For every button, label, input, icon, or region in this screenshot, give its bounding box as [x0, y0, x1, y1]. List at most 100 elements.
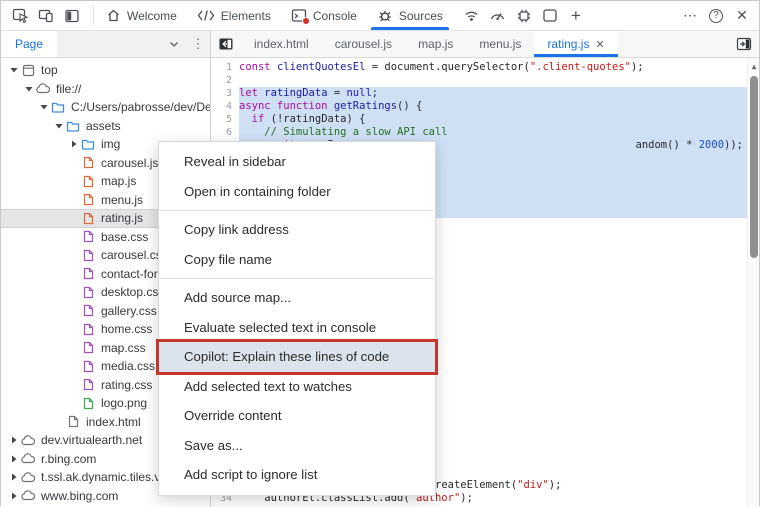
secondary-bar: Page ⋮ index.html carousel.js map.js menu.j… — [1, 31, 759, 58]
frame-icon — [20, 62, 36, 78]
code-token: if — [251, 113, 265, 126]
expand-arrow-icon[interactable] — [22, 85, 35, 93]
collapse-arrow-icon[interactable] — [7, 436, 20, 444]
network-icon[interactable] — [459, 3, 485, 29]
tree-item-top[interactable]: top — [1, 61, 210, 80]
context-menu-item-add-selected-text-to-watches[interactable]: Add selected text to watches — [159, 372, 435, 402]
scroll-up-arrow-icon[interactable]: ▲ — [748, 62, 759, 71]
code-line-text: async function getRatings() { — [239, 100, 747, 114]
editor-tab-map.js[interactable]: map.js — [405, 31, 466, 57]
code-token: = — [327, 87, 347, 100]
scrollbar-thumb[interactable] — [750, 76, 758, 258]
toolbar-left-icons — [1, 1, 91, 30]
editor-tab-label: menu.js — [479, 37, 522, 51]
editor-tab-carousel.js[interactable]: carousel.js — [322, 31, 405, 57]
help-icon[interactable]: ? — [703, 3, 729, 29]
code-token: const — [239, 61, 277, 73]
tree-item-label: img — [101, 137, 121, 152]
file-js-icon — [80, 192, 96, 208]
code-token: 2000 — [698, 139, 725, 152]
line-number[interactable]: 3 — [211, 87, 239, 100]
close-devtools-icon[interactable]: ✕ — [729, 3, 755, 29]
collapse-arrow-icon[interactable] — [7, 473, 20, 481]
tree-item-label: index.html — [86, 414, 141, 429]
memory-icon[interactable] — [511, 3, 537, 29]
editor-tab-rating.js[interactable]: rating.js ✕ — [534, 31, 618, 57]
panel-tab-sources[interactable]: Sources — [367, 1, 453, 30]
expand-arrow-icon[interactable] — [7, 66, 20, 74]
tree-item-label: assets — [86, 118, 121, 133]
panel-tab-label: Welcome — [127, 8, 177, 23]
file-img-icon — [80, 395, 96, 411]
line-number[interactable]: 2 — [211, 74, 239, 87]
context-menu-item-copy-file-name[interactable]: Copy file name — [159, 245, 435, 275]
editor-tab-index.html[interactable]: index.html — [241, 31, 322, 57]
line-number[interactable]: 4 — [211, 100, 239, 113]
chevron-down-icon[interactable] — [162, 31, 186, 57]
panel-tab-welcome[interactable]: Welcome — [96, 1, 187, 30]
context-menu-item-evaluate-selected-text-in-console[interactable]: Evaluate selected text in console — [159, 313, 435, 343]
context-menu-item-copilot-explain-these-lines-of-code[interactable]: Copilot: Explain these lines of code — [156, 339, 438, 375]
more-tools-plus-icon[interactable]: + — [563, 3, 589, 29]
code-token: ); — [460, 491, 473, 504]
expand-arrow-icon[interactable] — [52, 122, 65, 130]
expand-arrow-icon[interactable] — [37, 103, 50, 111]
collapse-arrow-icon[interactable] — [67, 140, 80, 148]
devtools-toolbar: Welcome Elements Console Sources + ⋯? ✕ — [1, 1, 759, 31]
context-menu-item-save-as-[interactable]: Save as... — [159, 431, 435, 461]
toggle-debugger-sidebar-icon[interactable] — [729, 31, 759, 57]
inspect-element-icon[interactable] — [7, 3, 33, 29]
collapse-arrow-icon[interactable] — [7, 492, 20, 500]
code-token: ratingData — [264, 87, 328, 100]
tree-item-file-[interactable]: file:// — [1, 80, 210, 99]
code-token: ".client-quotes" — [529, 61, 631, 73]
context-menu-item-copy-link-address[interactable]: Copy link address — [159, 215, 435, 245]
tree-item-c-users-pabrosse-dev-demo[interactable]: C:/Users/pabrosse/dev/Demo — [1, 98, 210, 117]
main-area: top file:// C:/Users/pabrosse/dev/Demo asse… — [1, 58, 759, 507]
tree-item-assets[interactable]: assets — [1, 117, 210, 136]
file-css-icon — [80, 377, 96, 393]
toolbar-right: ⋯? ✕ — [672, 1, 759, 30]
close-tab-icon[interactable]: ✕ — [595, 38, 604, 51]
menu-separator — [160, 210, 434, 211]
more-options-icon[interactable]: ⋯ — [677, 3, 703, 29]
context-menu-item-open-in-containing-folder[interactable]: Open in containing folder — [159, 177, 435, 207]
tree-item-label: map.css — [101, 340, 146, 355]
cloud-icon — [20, 451, 36, 467]
line-number[interactable]: 1 — [211, 61, 239, 74]
file-css-icon — [80, 229, 96, 245]
code-token: let — [239, 87, 265, 100]
code-brackets-icon — [197, 9, 215, 22]
panel-tab-console[interactable]: Console — [281, 1, 367, 30]
navigator-tab-page[interactable]: Page — [1, 31, 58, 57]
performance-icon[interactable] — [485, 3, 511, 29]
tree-item-label: rating.js — [101, 211, 144, 226]
file-css-icon — [80, 247, 96, 263]
code-token: ; — [371, 87, 379, 100]
line-number[interactable]: 6 — [211, 126, 239, 139]
panel-tab-label: Elements — [220, 8, 271, 23]
collapse-arrow-icon[interactable] — [7, 455, 20, 463]
dock-side-icon[interactable] — [59, 3, 85, 29]
code-token: () { — [397, 100, 423, 113]
error-badge — [301, 17, 310, 25]
panel-tab-elements[interactable]: Elements — [187, 1, 281, 30]
folder-icon — [80, 136, 96, 152]
context-menu-item-reveal-in-sidebar[interactable]: Reveal in sidebar — [159, 147, 435, 177]
editor-tab-menu.js[interactable]: menu.js — [466, 31, 534, 57]
code-token: = document.querySelector( — [365, 61, 530, 73]
kebab-menu-icon[interactable]: ⋮ — [186, 31, 210, 57]
code-token: null — [346, 87, 372, 100]
code-line-6: 6 // Simulating a slow API call — [211, 126, 747, 140]
context-menu-item-add-source-map-[interactable]: Add source map... — [159, 283, 435, 313]
application-icon[interactable] — [537, 3, 563, 29]
context-menu-item-override-content[interactable]: Override content — [159, 401, 435, 431]
device-emulation-icon[interactable] — [33, 3, 59, 29]
context-menu-item-add-script-to-ignore-list[interactable]: Add script to ignore list — [159, 460, 435, 490]
hide-navigator-icon[interactable] — [211, 31, 241, 57]
editor-tab-label: carousel.js — [334, 37, 393, 51]
editor-vertical-scrollbar[interactable]: ▲ — [747, 58, 759, 507]
line-number[interactable]: 5 — [211, 113, 239, 126]
